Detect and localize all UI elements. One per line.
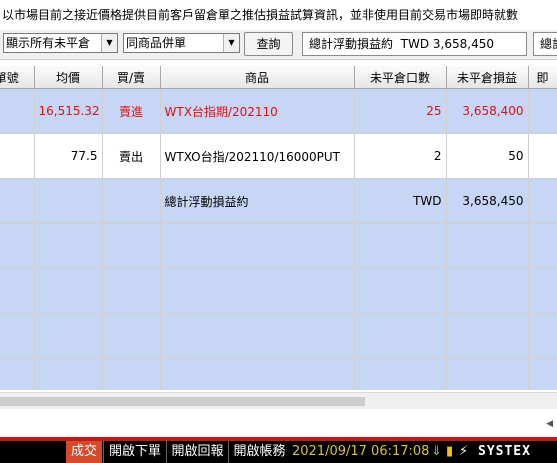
- empty-cell: [102, 268, 161, 314]
- empty-cell: [446, 268, 529, 314]
- empty-cell: [102, 223, 161, 269]
- empty-cell: [0, 313, 35, 359]
- notice-text: 以市場目前之接近價格提供目前客戶留倉單之推估損益試算資訊，並非使用目前交易市場即…: [0, 0, 557, 30]
- spacer: ◀: [0, 409, 557, 437]
- empty-cell: [446, 358, 529, 390]
- empty-cell: [446, 223, 529, 269]
- empty-cell: [34, 358, 103, 390]
- total-row: 總計浮動損益約 TWD 3,658,450: [0, 178, 557, 224]
- empty-row: [0, 313, 557, 359]
- empty-row: [0, 358, 557, 390]
- empty-cell: [354, 358, 447, 390]
- extra-cell: [528, 88, 557, 134]
- order-no-cell: [0, 88, 35, 134]
- empty-cell: [0, 268, 35, 314]
- empty-cell: [0, 178, 35, 224]
- horizontal-scrollbar[interactable]: [0, 392, 557, 409]
- datetime-display: 2021/09/17 06:17:08: [292, 444, 430, 459]
- empty-cell: [102, 178, 161, 224]
- empty-cell: [528, 223, 557, 269]
- column-header[interactable]: 單號: [0, 66, 35, 89]
- column-header[interactable]: 未平倉口數: [354, 66, 447, 89]
- empty-row: [0, 223, 557, 269]
- product-cell: WTXO台指/202110/16000PUT: [160, 133, 355, 179]
- scrollbar-thumb[interactable]: [0, 397, 365, 406]
- open-qty-cell: 25: [354, 88, 447, 134]
- table-row[interactable]: 16,515.32 賣進 WTX台指期/202110 25 3,658,400: [0, 88, 557, 134]
- brand-logo: SYSTEX: [478, 444, 531, 459]
- column-header[interactable]: 商品: [160, 66, 355, 89]
- empty-cell: [160, 223, 355, 269]
- avg-price-cell: 16,515.32: [34, 88, 103, 134]
- filter-toolbar: 顯示所有未平倉 ▼ 同商品併單 ▼ 查詢 總計浮動損益約 TWD 3,658,4…: [0, 30, 557, 60]
- tab-trades[interactable]: 成交: [66, 441, 102, 463]
- query-button[interactable]: 查詢: [244, 32, 293, 56]
- tab-open-report[interactable]: 開啟回報: [166, 441, 228, 463]
- side-cell: 賣進: [102, 88, 161, 134]
- dropdown-arrow-icon[interactable]: ▼: [101, 34, 117, 52]
- empty-cell: [160, 358, 355, 390]
- empty-cell: [446, 313, 529, 359]
- tab-open-account[interactable]: 開啟帳務: [228, 441, 290, 463]
- side-cell: 賣出: [102, 133, 161, 179]
- order-no-cell: [0, 133, 35, 179]
- pnl-cell: 50: [446, 133, 529, 179]
- empty-cell: [528, 178, 557, 224]
- avg-price-cell: 77.5: [34, 133, 103, 179]
- summary2-label: 總計: [540, 37, 557, 51]
- summary-box-2: 總計: [533, 32, 557, 56]
- empty-cell: [354, 313, 447, 359]
- empty-cell: [354, 223, 447, 269]
- lightning-icon: ⚡: [459, 444, 469, 459]
- column-header[interactable]: 買/賣: [102, 66, 161, 89]
- summary-box: 總計浮動損益約 TWD 3,658,450: [302, 32, 527, 56]
- scroll-left-icon[interactable]: ◀: [546, 419, 553, 429]
- empty-cell: [102, 313, 161, 359]
- merge-filter-value: 同商品併單: [126, 36, 187, 50]
- positions-grid: 單號 均價 買/賣 商品 未平倉口數 未平倉損益 即 16,515.32 賣進 …: [0, 66, 557, 390]
- column-header[interactable]: 均價: [34, 66, 103, 89]
- dropdown-arrow-icon[interactable]: ▼: [223, 34, 239, 52]
- empty-cell: [34, 313, 103, 359]
- product-cell: WTX台指期/202110: [160, 88, 355, 134]
- open-qty-cell: 2: [354, 133, 447, 179]
- empty-row: [0, 268, 557, 314]
- empty-cell: [528, 313, 557, 359]
- empty-cell: [160, 313, 355, 359]
- summary-label: 總計浮動損益約: [309, 37, 394, 51]
- positions-table: 單號 均價 買/賣 商品 未平倉口數 未平倉損益 即 16,515.32 賣進 …: [0, 66, 557, 390]
- summary-value: TWD 3,658,450: [400, 37, 494, 51]
- empty-cell: [34, 223, 103, 269]
- position-filter-select[interactable]: 顯示所有未平倉 ▼: [3, 33, 118, 53]
- merge-filter-select[interactable]: 同商品併單 ▼: [123, 33, 240, 53]
- empty-cell: [354, 268, 447, 314]
- empty-cell: [528, 358, 557, 390]
- signal-icon: ▮: [446, 444, 454, 459]
- extra-cell: [528, 133, 557, 179]
- position-filter-value: 顯示所有未平倉: [6, 36, 91, 50]
- total-label-cell: 總計浮動損益約: [160, 178, 355, 224]
- empty-cell: [34, 178, 103, 224]
- download-arrow-icon: ⇓: [431, 444, 442, 459]
- total-value-cell: 3,658,450: [446, 178, 529, 224]
- empty-cell: [34, 268, 103, 314]
- empty-cell: [0, 358, 35, 390]
- tab-open-order[interactable]: 開啟下單: [103, 441, 166, 463]
- status-bar: 成交 開啟下單 開啟回報 開啟帳務 2021/09/17 06:17:08 ⇓ …: [0, 441, 557, 463]
- table-header-row: 單號 均價 買/賣 商品 未平倉口數 未平倉損益 即: [0, 66, 557, 89]
- column-header[interactable]: 未平倉損益: [446, 66, 529, 89]
- empty-cell: [160, 268, 355, 314]
- table-row[interactable]: 77.5 賣出 WTXO台指/202110/16000PUT 2 50: [0, 133, 557, 179]
- column-header[interactable]: 即: [528, 66, 557, 89]
- empty-cell: [102, 358, 161, 390]
- total-currency-cell: TWD: [354, 178, 447, 224]
- pnl-cell: 3,658,400: [446, 88, 529, 134]
- empty-cell: [0, 223, 35, 269]
- empty-cell: [528, 268, 557, 314]
